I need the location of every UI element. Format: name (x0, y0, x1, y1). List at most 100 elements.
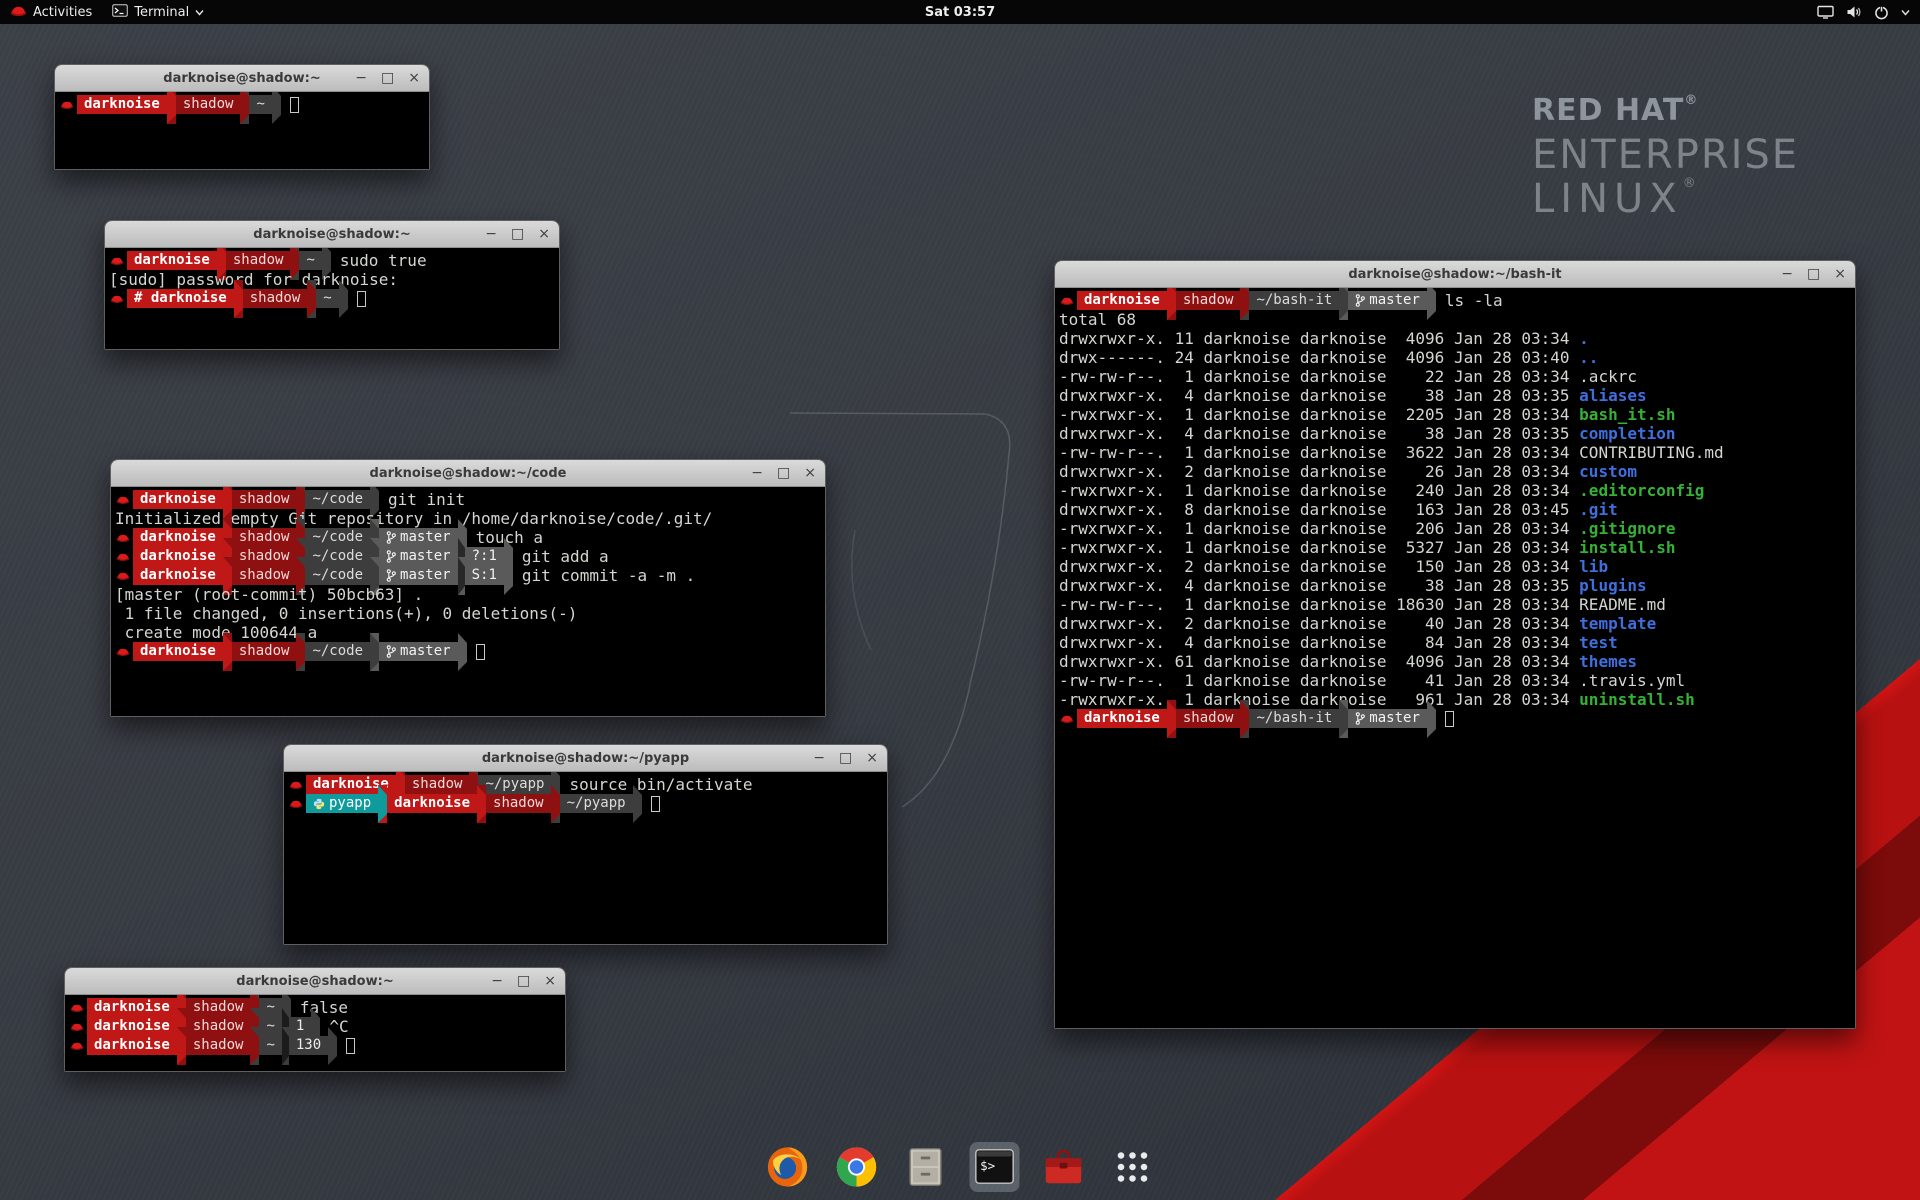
terminal-content[interactable]: darknoiseshadow~sudo true[sudo] password… (105, 248, 559, 349)
ls-filename: .editorconfig (1579, 481, 1704, 500)
terminal-prompt-line: darknoiseshadow~/codemastertouch a (115, 528, 821, 547)
prompt-segment-user: darknoise (387, 794, 477, 813)
system-status-area[interactable] (1817, 0, 1920, 24)
dock-item-files[interactable] (901, 1142, 951, 1192)
dock-item-chrome[interactable] (832, 1142, 882, 1192)
maximize-button[interactable]: □ (511, 227, 524, 241)
ls-filename: CONTRIBUTING.md (1579, 443, 1724, 462)
prompt-segment-host: shadow (186, 1017, 251, 1036)
close-button[interactable]: × (538, 227, 550, 241)
activities-button[interactable]: Activities (0, 0, 102, 24)
prompt-segment-host: shadow (176, 95, 241, 114)
redhat-prompt-icon (70, 1002, 84, 1013)
app-grid-icon (1110, 1144, 1156, 1190)
ls-filename: .gitignore (1579, 519, 1675, 538)
terminal-output-line: create mode 100644 a (115, 623, 821, 642)
window-controls: −□ × (1781, 261, 1846, 287)
powerline-separator-icon (1167, 700, 1176, 738)
terminal-prompt-line: pyappdarknoiseshadow~/pyapp (288, 794, 883, 813)
maximize-button[interactable]: □ (381, 71, 394, 85)
window-titlebar[interactable]: darknoise@shadow:~/code −□ × (111, 460, 825, 487)
dock: $> (763, 1142, 1158, 1192)
prompt-segment-dir: ~ (299, 251, 321, 270)
prompt-segment-git: master (379, 642, 458, 661)
terminal-content[interactable]: darknoiseshadow~/codegit initInitialized… (111, 487, 825, 716)
terminal-cursor (651, 796, 660, 812)
dock-item-toolbox[interactable] (1039, 1142, 1089, 1192)
git-branch-icon (1355, 294, 1365, 307)
prompt-segment-host: shadow (232, 642, 297, 661)
close-button[interactable]: × (1834, 267, 1846, 281)
prompt-segment-host: shadow (486, 794, 551, 813)
terminal-output-line: Initialized empty Git repository in /hom… (115, 509, 821, 528)
dock-item-app-grid[interactable] (1108, 1142, 1158, 1192)
close-button[interactable]: × (866, 751, 878, 765)
redhat-prompt-icon (116, 646, 130, 657)
terminal-content[interactable]: darknoiseshadow~falsedarknoiseshadow~1^C… (65, 995, 565, 1071)
app-menu-terminal[interactable]: Terminal (102, 0, 214, 24)
maximize-button[interactable]: □ (839, 751, 852, 765)
redhat-prompt-icon (116, 551, 130, 562)
ls-filename: bash_it.sh (1579, 405, 1675, 424)
toolbox-icon (1041, 1144, 1087, 1190)
prompt-segment-user: darknoise (1077, 709, 1167, 728)
close-button[interactable]: × (544, 974, 556, 988)
terminal-prompt-line: darknoiseshadow~/codemasterS:1git commit… (115, 566, 821, 585)
terminal-prompt-line: darknoiseshadow~sudo true (109, 251, 555, 270)
prompt-segment-host: shadow (232, 547, 297, 566)
window-titlebar[interactable]: darknoise@shadow:~−□× (65, 968, 565, 995)
redhat-logo-icon (10, 4, 27, 21)
powerline-separator-icon (307, 280, 316, 318)
prompt-segment-exit: 1 (289, 1017, 311, 1036)
window-titlebar[interactable]: darknoise@shadow:~/bash-it−□× (1055, 261, 1855, 288)
prompt-segment-dir: ~ (316, 289, 338, 308)
prompt-segment-user: darknoise (127, 251, 217, 270)
git-branch-icon (1355, 712, 1365, 725)
powerline-separator-icon (370, 633, 379, 671)
terminal-content[interactable]: darknoiseshadow~/bash-itmasterls -latota… (1055, 288, 1855, 1028)
redhat-prompt-icon (110, 255, 124, 266)
dock-item-firefox[interactable] (763, 1142, 813, 1192)
ls-row: -rw-rw-r--. 1 darknoise darknoise 3622 J… (1059, 443, 1851, 462)
prompt-segment-host: shadow (186, 998, 251, 1017)
powerline-separator-icon (633, 785, 642, 823)
prompt-segment-venv: pyapp (306, 794, 378, 813)
prompt-segment-user: darknoise (87, 998, 177, 1017)
window-code: darknoise@shadow:~/code −□ × darknoiseshado… (110, 459, 826, 717)
window-controls: −□ × (813, 745, 878, 771)
powerline-separator-icon (477, 785, 486, 823)
minimize-button[interactable]: − (751, 466, 763, 480)
powerline-separator-icon (177, 1027, 186, 1065)
window-titlebar[interactable]: darknoise@shadow:~/pyapp−□× (284, 745, 887, 772)
git-branch-icon (386, 550, 396, 563)
maximize-button[interactable]: □ (777, 466, 790, 480)
ls-filename: lib (1579, 557, 1608, 576)
ls-row-meta: -rwxrwxr-x. 1 darknoise darknoise 2205 J… (1059, 405, 1579, 424)
prompt-segment-exit: 130 (289, 1036, 328, 1055)
minimize-button[interactable]: − (1781, 267, 1793, 281)
terminal-content[interactable]: darknoiseshadow~ (55, 92, 429, 169)
prompt-segment-user: darknoise (1077, 291, 1167, 310)
powerline-separator-icon (1339, 700, 1348, 738)
minimize-button[interactable]: − (813, 751, 825, 765)
close-button[interactable]: × (408, 71, 420, 85)
minimize-button[interactable]: − (355, 71, 367, 85)
prompt-segment-dir: ~/code (305, 566, 370, 585)
prompt-segment-host: shadow (186, 1036, 251, 1055)
prompt-segment-host: shadow (1176, 291, 1241, 310)
terminal-content[interactable]: darknoiseshadow~/pyappsource bin/activat… (284, 772, 887, 944)
minimize-button[interactable]: − (485, 227, 497, 241)
window-titlebar[interactable]: darknoise@shadow:~−□× (105, 221, 559, 248)
window-title: darknoise@shadow:~/code (370, 466, 567, 481)
window-titlebar[interactable]: darknoise@shadow:~−□× (55, 65, 429, 92)
maximize-button[interactable]: □ (517, 974, 530, 988)
maximize-button[interactable]: □ (1807, 267, 1820, 281)
close-button[interactable]: × (804, 466, 816, 480)
clock[interactable]: Sat 03:57 (0, 5, 1920, 20)
ls-filename: .. (1579, 348, 1598, 367)
powerline-separator-icon (378, 785, 387, 823)
prompt-segment-dir: ~/code (305, 490, 370, 509)
minimize-button[interactable]: − (491, 974, 503, 988)
dock-item-terminal[interactable]: $> (970, 1142, 1020, 1192)
command-text: git commit -a -m . (522, 566, 695, 585)
